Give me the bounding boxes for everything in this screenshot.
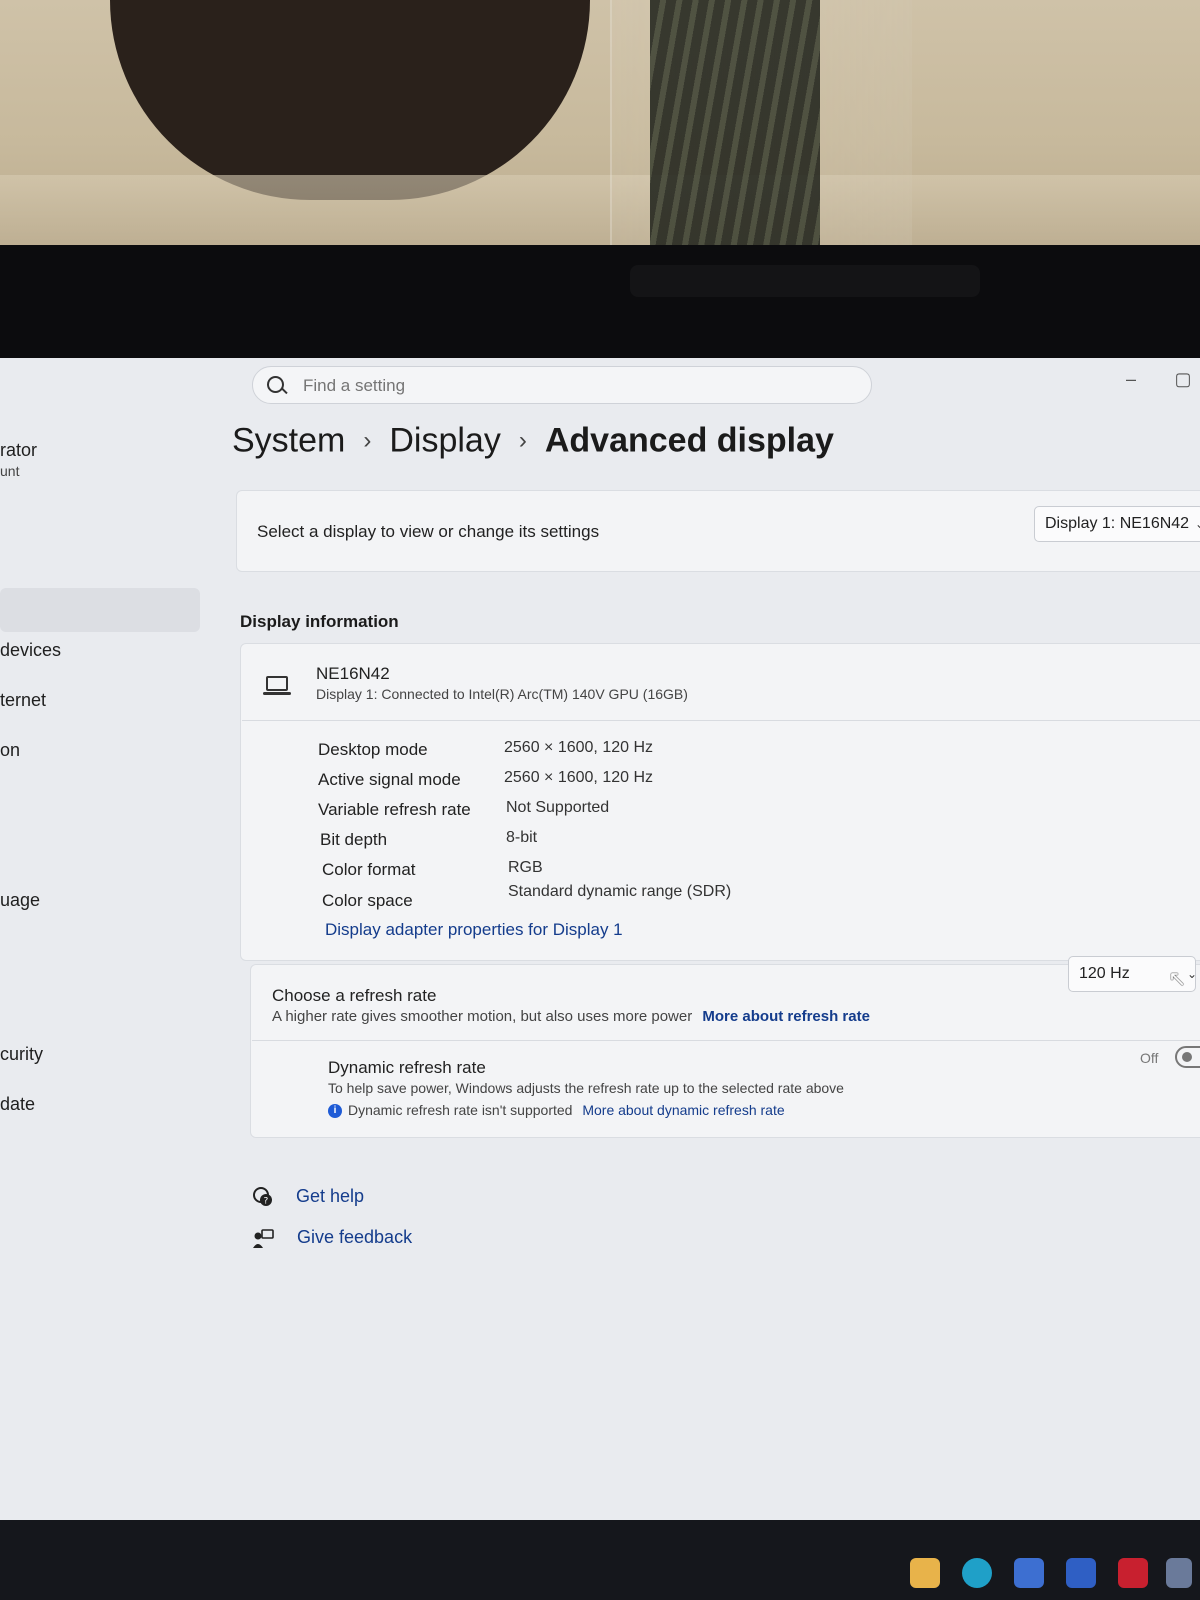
get-help-link[interactable]: Get help (296, 1186, 364, 1207)
info-label-color-format: Color format (322, 860, 416, 879)
sidebar-item-windows-update[interactable]: date (0, 1094, 35, 1115)
vase (110, 0, 590, 200)
info-label-variable-refresh-rate: Variable refresh rate (318, 800, 471, 819)
sidebar-item-language[interactable]: uage (0, 890, 40, 911)
sidebar-item-devices[interactable]: devices (0, 640, 61, 661)
dynamic-refresh-state: Off (1140, 1050, 1159, 1066)
sidebar-item-personalization[interactable]: on (0, 740, 20, 761)
sidebar-item-network-internet[interactable]: ternet (0, 690, 46, 711)
chevron-down-icon: ⌄ (1194, 517, 1200, 531)
refresh-rate-description-text: A higher rate gives smoother motion, but… (272, 1008, 693, 1025)
taskbar (0, 1520, 1200, 1600)
info-value-color-space: Standard dynamic range (SDR) (508, 883, 732, 900)
window-sill (0, 175, 1200, 255)
maximize-button[interactable]: ▢ (1168, 364, 1198, 394)
monitor-connection: Display 1: Connected to Intel(R) Arc(TM)… (316, 686, 688, 702)
store-icon[interactable] (1014, 1558, 1044, 1588)
dynamic-refresh-notice: i Dynamic refresh rate isn't supported Mo… (328, 1102, 785, 1119)
search-box[interactable] (252, 366, 872, 404)
app-icon[interactable] (1166, 1558, 1192, 1588)
search-input[interactable] (301, 373, 845, 399)
adapter-properties-link[interactable]: Display adapter properties for Display 1 (325, 920, 623, 940)
search-icon (267, 376, 284, 393)
breadcrumb-separator: › (363, 427, 372, 455)
refresh-rate-value: 120 Hz (1079, 965, 1130, 982)
section-title: Display information (240, 612, 399, 631)
breadcrumb-system[interactable]: System (232, 422, 345, 460)
info-value-bit-depth: 8-bit (506, 829, 538, 846)
page-title: Advanced display (544, 421, 834, 460)
background-room (0, 0, 1200, 260)
dynamic-refresh-description: To help save power, Windows adjusts the … (328, 1080, 844, 1096)
display-dropdown[interactable]: Display 1: NE16N42 ⌄ (1034, 506, 1200, 542)
dynamic-refresh-toggle[interactable] (1175, 1046, 1200, 1068)
mouse-cursor-icon: ↖ (1168, 966, 1187, 991)
mcafee-icon[interactable] (1118, 1558, 1148, 1588)
refresh-rate-title: Choose a refresh rate (272, 986, 437, 1005)
display-select-prompt: Select a display to view or change its s… (257, 522, 600, 541)
settings-window: rator unt devices ternet on uage curity … (0, 358, 1200, 1568)
refresh-rate-description: A higher rate gives smoother motion, but… (272, 1008, 870, 1025)
edge-icon[interactable] (962, 1558, 992, 1588)
info-value-active-signal-mode: 2560 × 1600, 120 Hz (504, 769, 654, 786)
info-value-desktop-mode: 2560 × 1600, 120 Hz (504, 739, 654, 756)
sidebar-item-administrator[interactable]: rator (0, 440, 37, 461)
display-dropdown-value: Display 1: NE16N42 (1045, 515, 1190, 532)
more-about-refresh-rate-link[interactable]: More about refresh rate (702, 1008, 870, 1025)
give-feedback-icon (253, 1229, 274, 1248)
give-feedback-link[interactable]: Give feedback (297, 1227, 412, 1248)
laptop-icon (263, 676, 291, 695)
info-label-desktop-mode: Desktop mode (318, 740, 428, 759)
dynamic-refresh-title: Dynamic refresh rate (328, 1058, 486, 1077)
security-icon[interactable] (1066, 1558, 1096, 1588)
get-help-icon: ? (253, 1187, 272, 1207)
info-icon: i (328, 1104, 342, 1119)
monitor-name: NE16N42 (316, 664, 390, 683)
divider (252, 1040, 1200, 1041)
sidebar-selected-item[interactable] (0, 588, 200, 632)
info-value-variable-refresh-rate: Not Supported (506, 799, 610, 816)
divider (242, 720, 1200, 721)
more-about-dynamic-refresh-link[interactable]: More about dynamic refresh rate (582, 1102, 784, 1118)
minimize-button[interactable]: – (1116, 364, 1146, 394)
camera-notch (630, 265, 980, 297)
info-label-bit-depth: Bit depth (320, 830, 388, 849)
info-value-color-format: RGB (508, 859, 543, 876)
breadcrumb-display[interactable]: Display (389, 422, 500, 460)
plant-stems (650, 0, 820, 255)
breadcrumb-separator: › (518, 427, 527, 455)
toggle-knob (1182, 1052, 1192, 1062)
laptop-bezel (0, 245, 1200, 360)
sidebar: rator unt devices ternet on uage curity … (0, 358, 210, 1568)
info-label-color-space: Color space (322, 891, 413, 910)
chevron-down-icon: ⌄ (1186, 967, 1197, 981)
explorer-icon[interactable] (910, 1558, 940, 1588)
breadcrumb: System › Display › Advanced display (232, 420, 834, 461)
sidebar-item-account[interactable]: unt (0, 463, 19, 479)
info-label-active-signal-mode: Active signal mode (318, 770, 461, 789)
sidebar-item-security[interactable]: curity (0, 1044, 43, 1065)
svg-text:?: ? (264, 1197, 269, 1207)
dynamic-refresh-notice-text: Dynamic refresh rate isn't supported (348, 1102, 573, 1118)
